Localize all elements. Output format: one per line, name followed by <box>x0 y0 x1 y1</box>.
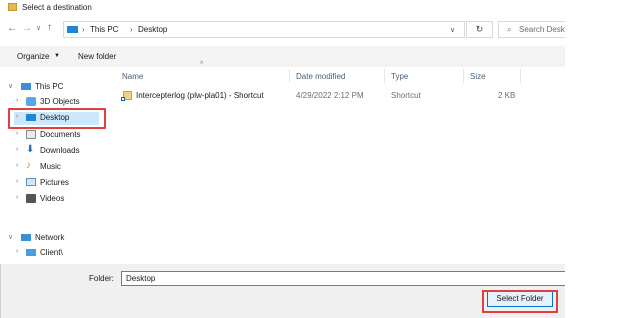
nav-item-label: 3D Objects <box>40 97 80 106</box>
collapsed-chevron-icon[interactable]: › <box>16 130 18 137</box>
3d-objects-icon <box>26 97 36 106</box>
caret-down-icon[interactable]: ▼ <box>54 53 60 59</box>
nav-item-label: Videos <box>40 194 65 203</box>
nav-item-label: Downloads <box>40 146 80 155</box>
forward-arrow-icon[interactable]: → <box>22 23 32 34</box>
up-arrow-icon[interactable]: ↑ <box>47 22 52 33</box>
collapsed-chevron-icon[interactable]: › <box>16 248 18 255</box>
organize-button[interactable]: Organize <box>17 52 49 61</box>
address-bar[interactable]: › This PC › Desktop <box>63 21 465 38</box>
new-folder-button[interactable]: New folder <box>78 52 116 61</box>
folder-name-value: Desktop <box>126 274 156 283</box>
address-dropdown-chevron-icon[interactable]: ∨ <box>450 26 455 34</box>
background-area <box>565 0 624 318</box>
nav-item-label: This PC <box>35 82 64 91</box>
column-header-size[interactable]: Size <box>470 72 486 81</box>
select-folder-highlight-box <box>482 290 558 313</box>
file-list-header: Name Date modified Type Size <box>108 67 565 83</box>
pc-icon <box>67 26 78 33</box>
nav-item-this-pc[interactable]: ∨ This PC <box>8 81 98 94</box>
network-icon <box>21 234 31 241</box>
nav-item-downloads[interactable]: › ⬇ Downloads <box>16 144 106 158</box>
command-bar: Organize ▼ New folder <box>0 46 565 67</box>
select-destination-dialog: Select a destination ← → ∨ ↑ › This PC ›… <box>0 0 565 318</box>
downloads-icon: ⬇ <box>26 144 35 155</box>
shortcut-arrow-icon <box>121 97 125 101</box>
search-placeholder: Search Deskt <box>519 25 565 34</box>
column-divider[interactable] <box>463 69 464 83</box>
nav-item-client[interactable]: › Client\ <box>16 247 106 260</box>
expanded-chevron-icon[interactable]: ∨ <box>8 233 13 241</box>
title-bar: Select a destination <box>0 0 565 16</box>
file-type: Shortcut <box>391 91 421 100</box>
window-title: Select a destination <box>22 3 92 12</box>
videos-icon <box>26 194 36 203</box>
nav-item-label: Music <box>40 162 61 171</box>
column-divider[interactable] <box>520 69 521 83</box>
breadcrumb-this-pc[interactable]: This PC <box>90 25 118 34</box>
folder-label: Folder: <box>89 274 114 283</box>
nav-item-documents[interactable]: › Documents <box>16 129 106 142</box>
client-drive-icon <box>26 249 36 256</box>
column-divider[interactable] <box>289 69 290 83</box>
nav-item-videos[interactable]: › Videos <box>16 193 106 206</box>
nav-item-music[interactable]: › ♪ Music <box>16 160 106 174</box>
folder-icon <box>8 3 17 11</box>
desktop-highlight-box <box>8 108 106 129</box>
nav-item-label: Documents <box>40 130 81 139</box>
window-edge <box>0 264 1 318</box>
collapsed-chevron-icon[interactable]: › <box>16 162 18 169</box>
collapsed-chevron-icon[interactable]: › <box>16 178 18 185</box>
dialog-footer: Folder: Desktop Select Folder <box>0 264 565 318</box>
file-size: 2 KB <box>498 91 516 100</box>
breadcrumb-chevron-icon[interactable]: › <box>130 25 133 34</box>
expanded-chevron-icon[interactable]: ∨ <box>8 82 13 90</box>
nav-item-label: Client\ <box>40 248 63 257</box>
pc-icon <box>21 83 31 90</box>
search-input[interactable]: ⌕ Search Deskt <box>498 21 565 38</box>
file-name: Intercepterlog (plw-pla01) - Shortcut <box>136 91 264 100</box>
pictures-icon <box>26 178 36 186</box>
collapsed-chevron-icon[interactable]: › <box>16 97 18 104</box>
collapsed-chevron-icon[interactable]: › <box>16 146 18 153</box>
column-header-name[interactable]: Name <box>122 72 143 81</box>
nav-item-label: Pictures <box>40 178 69 187</box>
nav-item-pictures[interactable]: › Pictures <box>16 177 106 190</box>
column-header-type[interactable]: Type <box>391 72 408 81</box>
collapsed-chevron-icon[interactable]: › <box>16 194 18 201</box>
nav-item-network[interactable]: ∨ Network <box>8 232 98 245</box>
back-arrow-icon[interactable]: ← <box>7 23 17 34</box>
folder-name-input[interactable]: Desktop <box>121 271 565 286</box>
column-divider[interactable] <box>384 69 385 83</box>
music-icon: ♪ <box>26 160 31 171</box>
refresh-icon: ↻ <box>475 24 484 34</box>
search-icon: ⌕ <box>507 25 512 34</box>
breadcrumb-desktop[interactable]: Desktop <box>138 25 167 34</box>
nav-item-label: Network <box>35 233 65 242</box>
file-row[interactable]: Intercepterlog (plw-pla01) - Shortcut 4/… <box>108 87 565 103</box>
refresh-button[interactable]: ↻ <box>466 21 493 38</box>
column-header-date-modified[interactable]: Date modified <box>296 72 345 81</box>
recent-locations-chevron-icon[interactable]: ∨ <box>36 24 41 32</box>
breadcrumb-chevron-icon[interactable]: › <box>82 25 85 34</box>
file-date: 4/29/2022 2:12 PM <box>296 91 364 100</box>
documents-icon <box>26 130 36 139</box>
